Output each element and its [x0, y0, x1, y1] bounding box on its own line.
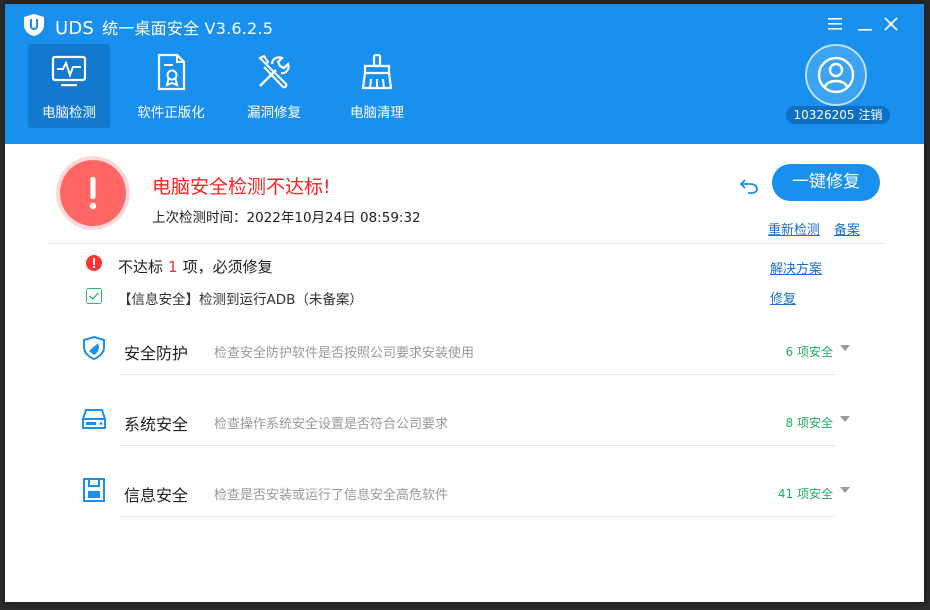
alert-icon	[60, 160, 126, 226]
divider	[48, 243, 884, 244]
menu-icon[interactable]	[825, 14, 845, 34]
category-title: 信息安全	[124, 486, 189, 505]
certificate-document-icon	[157, 53, 186, 91]
uds-logo-icon	[24, 14, 44, 36]
floppy-disk-icon	[83, 478, 105, 502]
divider	[120, 516, 835, 517]
category-safe-count: 8 项安全	[785, 416, 833, 430]
brand-name: UDS	[55, 18, 95, 39]
broom-icon	[361, 53, 393, 90]
fail-count: 1	[168, 258, 178, 276]
category-description: 检查操作系统安全设置是否符合公司要求	[214, 417, 449, 432]
hard-drive-icon	[81, 409, 107, 429]
solution-link[interactable]: 解决方案	[770, 258, 822, 277]
window-title: UDS 统一桌面安全 V3.6.2.5	[55, 15, 273, 39]
status-title: 电脑安全检测不达标!	[152, 176, 331, 198]
fail-summary: 不达标 1 项，必须修复	[118, 256, 273, 277]
wrench-screwdriver-icon	[258, 54, 290, 89]
user-id: 10326205	[793, 108, 855, 122]
logout-link[interactable]: 注销	[859, 108, 883, 122]
nav-computer-cleanup[interactable]: 电脑清理	[336, 44, 418, 128]
recheck-link[interactable]: 重新检测	[768, 219, 820, 238]
avatar[interactable]	[805, 44, 867, 106]
uds-window: UDS 统一桌面安全 V3.6.2.5 电脑检测 软件正版化 漏洞修复 电脑清理…	[5, 4, 924, 602]
checkbox-check-icon[interactable]	[86, 288, 102, 304]
category-safe-count: 41 项安全	[777, 487, 833, 501]
issue-fix-link[interactable]: 修复	[770, 288, 796, 307]
category-description: 检查是否安装或运行了信息安全高危软件	[214, 488, 449, 503]
register-link[interactable]: 备案	[834, 219, 860, 238]
close-icon[interactable]	[881, 14, 901, 34]
monitor-pulse-icon	[51, 55, 87, 87]
nav-label: 漏洞修复	[247, 105, 301, 121]
expand-arrow-icon[interactable]	[840, 345, 850, 351]
minimize-icon[interactable]	[855, 14, 875, 34]
expand-arrow-icon[interactable]	[840, 487, 850, 493]
issue-item: 【信息安全】检测到运行ADB（未备案）	[118, 292, 363, 308]
expand-arrow-icon[interactable]	[840, 416, 850, 422]
nav-vulnerability-fix[interactable]: 漏洞修复	[233, 44, 315, 128]
category-description: 检查安全防护软件是否按照公司要求安装使用	[214, 346, 475, 361]
nav-label: 电脑清理	[350, 105, 404, 121]
user-icon	[817, 56, 855, 94]
product-title: 统一桌面安全 V3.6.2.5	[102, 19, 274, 38]
nav-software-genuine[interactable]: 软件正版化	[130, 44, 212, 128]
nav-label: 软件正版化	[137, 105, 205, 121]
divider	[120, 445, 835, 446]
last-check-time: 上次检测时间：2022年10月24日 08:59:32	[152, 210, 421, 226]
nav-computer-check[interactable]: 电脑检测	[28, 44, 110, 128]
undo-icon[interactable]	[738, 174, 760, 196]
category-title: 系统安全	[124, 415, 189, 434]
user-info: 10326205 注销	[786, 106, 890, 124]
one-click-fix-button[interactable]: 一键修复	[772, 164, 880, 201]
nav-label: 电脑检测	[42, 105, 96, 121]
category-title: 安全防护	[124, 344, 189, 363]
shield-icon	[83, 335, 105, 361]
error-icon	[86, 255, 102, 271]
divider	[120, 374, 835, 375]
fail-prefix: 不达标	[118, 258, 164, 276]
category-safe-count: 6 项安全	[785, 345, 833, 359]
header-bar: UDS 统一桌面安全 V3.6.2.5 电脑检测 软件正版化 漏洞修复 电脑清理…	[5, 4, 924, 144]
fail-suffix: 项，必须修复	[182, 258, 273, 276]
